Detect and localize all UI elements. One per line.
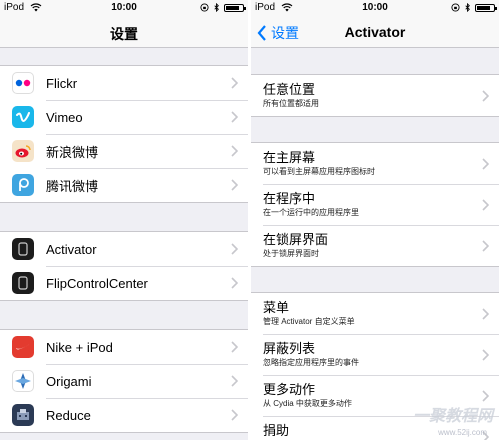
sina-weibo-icon [12,140,34,162]
settings-item-flickr[interactable]: Flickr [0,66,248,100]
chevron-right-icon [231,145,238,157]
item-title: 在程序中 [263,191,316,206]
settings-item-nike-ipod[interactable]: Nike + iPod [0,330,248,364]
chevron-right-icon [482,89,489,102]
item-subtitle: 可以看到主屏幕应用程序图标时 [263,167,375,176]
activator-item-in-app[interactable]: 在程序中 在一个运行中的应用程序里 [251,184,499,225]
nav-bar: 设置 [0,16,248,48]
chevron-right-icon [231,277,238,289]
item-title: 更多动作 [263,382,316,397]
item-subtitle: 所有位置都适用 [263,99,319,108]
settings-pane: iPod 10:00 设置 Flickr Vimeo 新浪微博 腾讯微博 Act… [0,0,248,440]
settings-item-label: Nike + iPod [46,339,113,355]
page-title: 设置 [110,26,138,42]
settings-item-label: Flickr [46,75,78,91]
item-title: 任意位置 [263,82,316,97]
settings-item-label: Reduce [46,407,91,423]
settings-item-flipcontrolcenter[interactable]: FlipControlCenter [0,266,248,300]
settings-group-tweaks: Activator FlipControlCenter [0,231,248,301]
chevron-right-icon [482,157,489,170]
chevron-right-icon [231,341,238,353]
vimeo-icon [12,106,34,128]
chevron-right-icon [231,77,238,89]
activator-item-blacklist[interactable]: 屏蔽列表 忽略指定应用程序里的事件 [251,334,499,375]
nike-icon [12,336,34,358]
chevron-right-icon [482,239,489,252]
activator-item-homescreen[interactable]: 在主屏幕 可以看到主屏幕应用程序图标时 [251,143,499,184]
chevron-right-icon [482,307,489,320]
settings-item-tencent-weibo[interactable]: 腾讯微博 [0,168,248,202]
activator-pane: iPod 10:00 设置 Activator 任意位置 所有位置都适用 在主屏… [251,0,499,440]
chevron-right-icon [231,111,238,123]
chevron-right-icon [482,198,489,211]
settings-group-apps: Nike + iPod Origami Reduce [0,329,248,433]
battery-icon [224,3,246,12]
settings-item-label: Vimeo [46,109,83,125]
item-title: 在主屏幕 [263,150,316,165]
settings-item-label: Activator [46,241,97,257]
chevron-right-icon [231,179,238,191]
activator-item-menus[interactable]: 菜单 管理 Activator 自定义菜单 [251,293,499,334]
item-title: 屏蔽列表 [263,341,316,356]
item-subtitle: 忽略指定应用程序里的事件 [263,358,359,367]
settings-item-label: FlipControlCenter [46,275,148,291]
tencent-weibo-icon [12,174,34,196]
status-bar: iPod 10:00 [0,0,248,16]
settings-item-label: 腾讯微博 [46,178,99,194]
activator-item-lockscreen[interactable]: 在锁屏界面 处于锁屏界面时 [251,225,499,266]
settings-item-sina-weibo[interactable]: 新浪微博 [0,134,248,168]
item-subtitle: 在一个运行中的应用程序里 [263,208,359,217]
activator-group-contexts: 在主屏幕 可以看到主屏幕应用程序图标时 在程序中 在一个运行中的应用程序里 在锁… [251,142,499,267]
battery-icon [475,3,497,12]
settings-item-activator[interactable]: Activator [0,232,248,266]
watermark-url: www.52ij.com [438,428,487,437]
settings-item-origami[interactable]: Origami [0,364,248,398]
bluetooth-icon [214,3,219,12]
settings-item-vimeo[interactable]: Vimeo [0,100,248,134]
activator-item-anywhere[interactable]: 任意位置 所有位置都适用 [251,75,499,116]
flickr-icon [12,72,34,94]
orientation-lock-icon [200,3,209,12]
page-title: Activator [344,24,406,40]
flipcontrolcenter-icon [12,272,34,294]
settings-item-reduce[interactable]: Reduce [0,398,248,432]
settings-item-label: 新浪微博 [46,144,99,160]
status-bar: iPod 10:00 [251,0,499,16]
settings-group-social: Flickr Vimeo 新浪微博 腾讯微博 [0,65,248,203]
chevron-right-icon [231,375,238,387]
watermark-logo: 一聚教程网 [412,408,493,425]
item-subtitle: 管理 Activator 自定义菜单 [263,317,355,326]
activator-icon [12,238,34,260]
item-subtitle: 处于锁屏界面时 [263,249,319,258]
item-title: 菜单 [263,300,290,315]
chevron-right-icon [231,243,238,255]
chevron-right-icon [482,389,489,402]
reduce-icon [12,404,34,426]
item-title: 在锁屏界面 [263,232,329,247]
orientation-lock-icon [451,3,460,12]
settings-item-label: Origami [46,373,92,389]
nav-bar: 设置 Activator [251,16,499,48]
activator-group-anywhere: 任意位置 所有位置都适用 [251,74,499,117]
bluetooth-icon [465,3,470,12]
chevron-right-icon [231,409,238,421]
origami-icon [12,370,34,392]
chevron-right-icon [482,348,489,361]
